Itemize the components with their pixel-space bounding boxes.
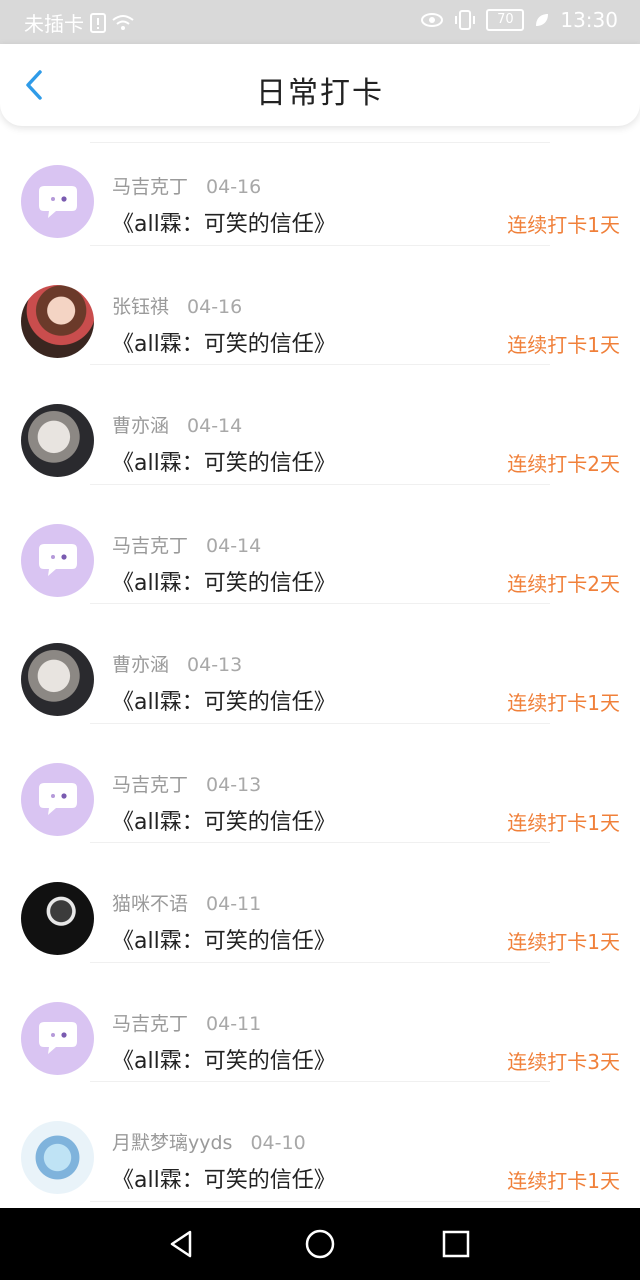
avatar[interactable]	[21, 284, 94, 358]
back-triangle-icon	[170, 1230, 192, 1258]
user-name: 马吉克丁	[112, 534, 189, 557]
carrier-text: 未插卡	[24, 12, 84, 36]
book-title: 《all霖：可笑的信任》	[112, 1048, 336, 1074]
checkin-date: 04-13	[187, 654, 243, 676]
name-line: 曹亦涵 04-13	[112, 650, 242, 677]
status-bar: 未插卡 70 13:30	[0, 0, 640, 44]
chat-bubble-icon	[38, 783, 77, 815]
avatar[interactable]	[21, 165, 94, 238]
status-right: 70 13:30	[420, 8, 618, 32]
checkin-date: 04-11	[206, 893, 262, 915]
wifi-icon	[112, 14, 134, 32]
chat-bubble-icon	[38, 185, 77, 218]
name-line: 马吉克丁 04-13	[112, 770, 261, 797]
nav-back-button[interactable]	[166, 1228, 198, 1260]
user-name: 月默梦璃yyds	[112, 1132, 233, 1154]
list-item[interactable]: 月默梦璃yyds 04-10 《all霖：可笑的信任》 连续打卡1天	[0, 1082, 640, 1202]
streak-label: 连续打卡1天	[507, 691, 620, 715]
list-item[interactable]: 曹亦涵 04-14 《all霖：可笑的信任》 连续打卡2天	[0, 365, 640, 485]
nav-home-button[interactable]	[304, 1228, 336, 1260]
avatar[interactable]	[21, 762, 94, 836]
sim-alert-icon	[90, 12, 106, 33]
list-item[interactable]: 猫咪不语 04-11 《all霖：可笑的信任》 连续打卡1天	[0, 843, 640, 963]
list-item[interactable]: 马吉克丁 04-14 《all霖：可笑的信任》 连续打卡2天	[0, 485, 640, 604]
book-title: 《all霖：可笑的信任》	[112, 690, 336, 715]
list-item[interactable]: 马吉克丁 04-16 《all霖：可笑的信任》 连续打卡1天	[0, 126, 640, 246]
user-name: 马吉克丁	[112, 176, 189, 198]
checkin-date: 04-14	[187, 415, 243, 437]
avatar[interactable]	[21, 523, 94, 597]
name-line: 马吉克丁 04-16	[112, 172, 261, 199]
streak-label: 连续打卡1天	[507, 213, 620, 237]
chat-bubble-icon	[38, 1022, 77, 1054]
list-item[interactable]: 马吉克丁 04-11 《all霖：可笑的信任》 连续打卡3天	[0, 963, 640, 1082]
app-header: 日常打卡	[0, 44, 640, 126]
checkin-date: 04-13	[206, 773, 262, 796]
checkin-date: 04-10	[250, 1132, 306, 1154]
nav-recents-button[interactable]	[440, 1228, 472, 1260]
user-name: 张钰祺	[112, 295, 170, 318]
book-title: 《all霖：可笑的信任》	[112, 570, 336, 596]
checkin-list: 马吉克丁 04-16 《all霖：可笑的信任》 连续打卡1天 张钰祺 04-16 《all霖…	[0, 126, 640, 1208]
user-name: 马吉克丁	[112, 1012, 189, 1035]
user-name: 曹亦涵	[112, 415, 170, 437]
streak-label: 连续打卡1天	[507, 810, 620, 835]
book-title: 《all霖：可笑的信任》	[112, 331, 336, 357]
streak-label: 连续打卡3天	[507, 1049, 620, 1074]
user-name: 曹亦涵	[112, 654, 170, 676]
streak-label: 连续打卡1天	[507, 332, 620, 357]
list-item[interactable]: 马吉克丁 04-13 《all霖：可笑的信任》 连续打卡1天	[0, 724, 640, 843]
list-item[interactable]: 张钰祺 04-16 《all霖：可笑的信任》 连续打卡1天	[0, 246, 640, 365]
home-circle-icon	[305, 1229, 335, 1259]
checkin-date: 04-14	[206, 534, 262, 557]
name-line: 马吉克丁 04-11	[112, 1009, 261, 1036]
avatar[interactable]	[21, 404, 94, 477]
page-title: 日常打卡	[256, 76, 384, 111]
book-title: 《all霖：可笑的信任》	[112, 451, 336, 476]
eye-icon	[420, 12, 444, 28]
status-left: 未插卡	[24, 8, 134, 37]
battery-icon: 70	[486, 9, 525, 31]
clock-text: 13:30	[560, 8, 618, 32]
vibrate-icon	[454, 10, 476, 30]
name-line: 曹亦涵 04-14	[112, 411, 242, 438]
name-line: 猫咪不语 04-11	[112, 889, 261, 916]
avatar[interactable]	[21, 882, 94, 955]
name-line: 张钰祺 04-16	[112, 292, 242, 319]
book-title: 《all霖：可笑的信任》	[112, 1168, 336, 1193]
list-item[interactable]: 曹亦涵 04-13 《all霖：可笑的信任》 连续打卡1天	[0, 604, 640, 724]
streak-label: 连续打卡2天	[507, 571, 620, 596]
leaf-icon	[534, 12, 550, 28]
checkin-date: 04-16	[187, 295, 243, 318]
checkin-date: 04-16	[206, 176, 262, 198]
book-title: 《all霖：可笑的信任》	[112, 929, 336, 954]
book-title: 《all霖：可笑的信任》	[112, 809, 336, 835]
streak-label: 连续打卡1天	[507, 930, 620, 954]
streak-label: 连续打卡1天	[507, 1169, 620, 1193]
name-line: 马吉克丁 04-14	[112, 531, 261, 558]
recents-square-icon	[442, 1230, 470, 1258]
user-name: 马吉克丁	[112, 773, 189, 796]
user-name: 猫咪不语	[112, 893, 189, 915]
checkin-date: 04-11	[206, 1012, 262, 1035]
avatar[interactable]	[21, 643, 94, 716]
chat-bubble-icon	[38, 544, 77, 576]
row-divider	[90, 1200, 550, 1202]
system-nav-bar	[0, 1208, 640, 1280]
avatar[interactable]	[21, 1001, 94, 1075]
book-title: 《all霖：可笑的信任》	[112, 212, 336, 237]
avatar[interactable]	[21, 1121, 94, 1194]
streak-label: 连续打卡2天	[507, 452, 620, 476]
name-line: 月默梦璃yyds 04-10	[112, 1128, 306, 1155]
